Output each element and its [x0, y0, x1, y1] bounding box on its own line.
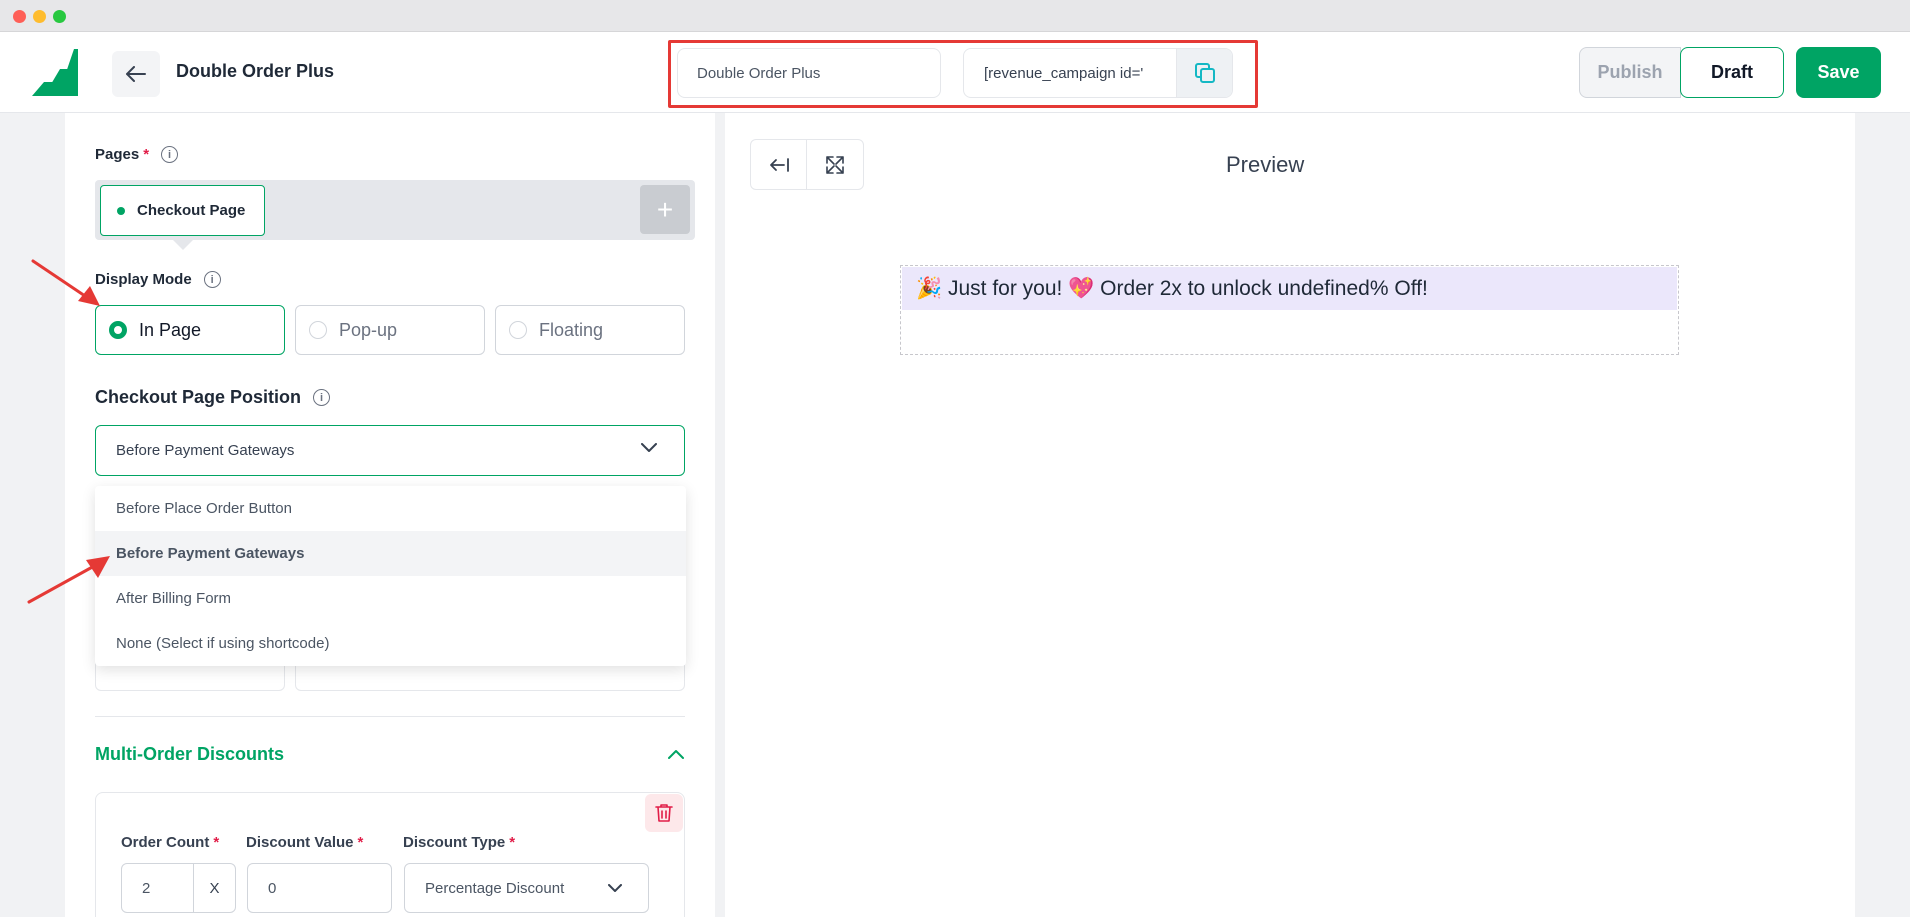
copy-shortcode-button[interactable]	[1176, 49, 1232, 97]
pages-label: Pages	[95, 146, 140, 163]
display-mode-label: In Page	[139, 319, 202, 340]
radio-selected-icon	[109, 321, 127, 339]
display-mode-in-page[interactable]: In Page	[95, 305, 285, 355]
plus-icon: +	[656, 193, 674, 225]
display-mode-label: Display Mode	[95, 271, 192, 288]
preview-toolbar	[750, 139, 864, 190]
delete-tier-button[interactable]	[645, 794, 683, 832]
publish-button[interactable]: Publish	[1579, 47, 1681, 98]
preview-panel	[725, 113, 1855, 917]
info-icon[interactable]: i	[161, 146, 179, 163]
display-mode-label: Floating	[539, 319, 604, 340]
multi-order-discounts-title[interactable]: Multi-Order Discounts	[95, 744, 284, 765]
campaign-title: Double Order Plus	[176, 61, 335, 81]
tooltip-notch	[172, 239, 194, 250]
display-mode-label: Pop-up	[339, 319, 398, 340]
add-page-button[interactable]: +	[640, 185, 690, 234]
discount-type-label-row: Discount Type *	[403, 834, 515, 851]
dropdown-option[interactable]: Before Place Order Button	[95, 486, 686, 531]
display-mode-label-row: Display Mode i	[95, 271, 221, 288]
position-selected-value: Before Payment Gateways	[116, 442, 295, 459]
required-mark: *	[509, 834, 516, 851]
status-dot	[117, 206, 125, 215]
dropdown-option[interactable]: After Billing Form	[95, 576, 686, 621]
position-label: Checkout Page Position	[95, 387, 302, 407]
position-dropdown-menu: Before Place Order Button Before Payment…	[95, 486, 686, 666]
back-button[interactable]	[112, 51, 160, 97]
preview-title: Preview	[1226, 152, 1305, 177]
fullscreen-button[interactable]	[807, 140, 863, 189]
chevron-down-icon	[641, 443, 657, 452]
order-count-label-row: Order Count *	[121, 834, 219, 851]
preview-campaign-banner: 🎉 Just for you! 💖 Order 2x to unlock und…	[902, 267, 1677, 310]
chevron-up-icon[interactable]	[668, 749, 684, 759]
shortcode-field: [revenue_campaign id='	[963, 48, 1233, 98]
info-icon[interactable]: i	[313, 389, 331, 406]
window-titlebar	[0, 0, 1910, 32]
shortcode-input[interactable]: [revenue_campaign id='	[964, 49, 1176, 97]
discount-type-label: Discount Type	[403, 834, 506, 851]
pages-label-row: Pages * i	[95, 146, 179, 163]
save-button[interactable]: Save	[1796, 47, 1881, 98]
copy-icon	[1194, 63, 1215, 83]
annotation-arrow-icon	[31, 259, 100, 306]
order-count-field: 2 X	[121, 863, 236, 913]
position-select[interactable]: Before Payment Gateways	[95, 425, 685, 476]
required-mark: *	[213, 834, 220, 851]
maximize-window-icon[interactable]	[53, 10, 66, 23]
order-count-suffix: X	[192, 864, 235, 912]
discount-value-label: Discount Value	[246, 834, 354, 851]
close-window-icon[interactable]	[13, 10, 26, 23]
radio-unselected-icon	[509, 321, 527, 339]
order-count-input[interactable]: 2	[122, 880, 193, 897]
discount-value-label-row: Discount Value *	[246, 834, 363, 851]
chevron-down-icon	[608, 884, 622, 892]
expand-icon	[826, 155, 844, 174]
collapse-left-icon	[769, 157, 789, 172]
draft-button[interactable]: Draft	[1680, 47, 1784, 98]
required-mark: *	[357, 834, 364, 851]
divider	[95, 716, 685, 717]
discount-type-value: Percentage Discount	[425, 879, 565, 897]
info-icon[interactable]: i	[203, 271, 221, 288]
dropdown-option[interactable]: Before Payment Gateways	[95, 531, 686, 576]
required-mark: *	[143, 146, 150, 163]
minimize-window-icon[interactable]	[33, 10, 46, 23]
arrow-left-icon	[126, 66, 146, 82]
display-mode-popup[interactable]: Pop-up	[295, 305, 485, 355]
display-mode-floating[interactable]: Floating	[495, 305, 685, 355]
app-logo-icon	[30, 47, 80, 97]
annotation-arrow-icon	[27, 556, 110, 604]
page-chip-checkout[interactable]: Checkout Page	[100, 185, 265, 236]
page-chip-label: Checkout Page	[137, 202, 246, 219]
radio-unselected-icon	[309, 321, 327, 339]
trash-icon	[655, 804, 673, 822]
campaign-name-input[interactable]: Double Order Plus	[677, 48, 941, 98]
discount-type-select[interactable]: Percentage Discount	[404, 863, 649, 913]
discount-value-input[interactable]: 0	[247, 863, 392, 913]
dropdown-option[interactable]: None (Select if using shortcode)	[95, 621, 686, 666]
collapse-panel-button[interactable]	[751, 140, 808, 189]
order-count-label: Order Count	[121, 834, 210, 851]
position-label-row: Checkout Page Position i	[95, 387, 331, 408]
